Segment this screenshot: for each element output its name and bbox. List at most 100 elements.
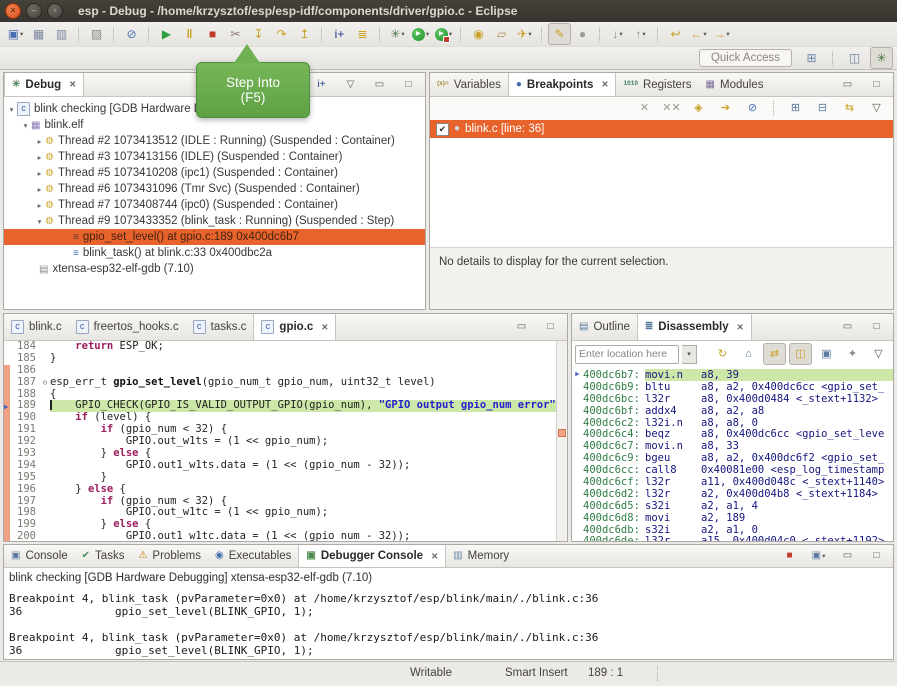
tab-debug[interactable]: ✳Debug✕ (4, 73, 84, 96)
tab-tasks[interactable]: ✔Tasks (75, 545, 132, 567)
console-content[interactable]: blink checking [GDB Hardware Debugging] … (4, 568, 893, 659)
tab-variables[interactable]: (x)=Variables (430, 73, 508, 96)
debug-tree-item[interactable]: ▤xtensa-esp32-elf-gdb (7.10) (4, 261, 425, 277)
tree-expander-icon[interactable]: ▸ (34, 153, 45, 162)
view-menu-button[interactable]: ▽ (865, 98, 888, 120)
collapse-all-button[interactable]: ⊟ (811, 98, 834, 120)
save-button[interactable]: ▦ (27, 23, 50, 45)
expand-all-button[interactable]: ⊞ (784, 98, 807, 120)
disassembly-row[interactable]: 400dc6d5:s32ia2, a1, 4 (572, 500, 893, 512)
line-number[interactable]: 194 (10, 460, 40, 472)
code-editor[interactable]: 184 return ESP_OK;185}186187⊖esp_err_t g… (4, 341, 556, 541)
search-button[interactable]: ✈▾ (513, 23, 536, 45)
tree-expander-icon[interactable]: ▸ (34, 201, 45, 210)
maximize-button[interactable]: □ (865, 74, 888, 96)
debug-tree-item[interactable]: ▸⚙Thread #2 1073413512 (IDLE : Running) … (4, 133, 425, 149)
display-selected-console-button[interactable]: ▣▾ (807, 545, 830, 567)
overview-ruler[interactable] (556, 341, 567, 541)
debug-tree-item[interactable]: ▸⚙Thread #7 1073408744 (ipc0) (Suspended… (4, 197, 425, 213)
close-tab-icon[interactable]: ✕ (69, 79, 76, 90)
tab-disassembly[interactable]: ≣Disassembly✕ (637, 314, 752, 340)
window-maximize-button[interactable]: ▫ (47, 3, 63, 19)
disassembly-listing[interactable]: ▶400dc6b7:movi.na8, 39400dc6b9:bltua8, a… (572, 367, 893, 541)
line-number[interactable]: 190 (10, 412, 40, 424)
run-button[interactable]: ▶▾ (409, 23, 432, 45)
tree-expander-icon[interactable]: ▾ (6, 105, 17, 114)
window-minimize-button[interactable]: – (26, 3, 42, 19)
breakpoint-row[interactable]: ✔ ● blink.c [line: 36] (430, 120, 893, 138)
disassembly-row[interactable]: 400dc6b9:bltua8, a2, 0x400dc6cc <gpio_se… (572, 381, 893, 393)
code-line-186[interactable]: 186 (4, 365, 556, 377)
disassembly-row[interactable]: 400dc6bc:l32ra8, 0x400d0484 <_stext+1132… (572, 393, 893, 405)
mark-occurrences-button[interactable]: ✎ (548, 23, 571, 45)
skip-all-breakpoints-button[interactable]: ⊘ (741, 98, 764, 120)
remove-all-breakpoints-button[interactable]: ✕✕ (660, 98, 683, 120)
disassembly-row[interactable]: ▶400dc6b7:movi.na8, 39 (572, 369, 893, 381)
maximize-button[interactable]: □ (865, 316, 888, 338)
tab-modules[interactable]: ▦Modules (699, 73, 771, 96)
debug-tree-item[interactable]: ≡gpio_set_level() at gpio.c:189 0x400dc6… (4, 229, 425, 245)
code-line-194[interactable]: 194 GPIO.out1_w1ts.data = (1 << (gpio_nu… (4, 460, 556, 472)
window-close-button[interactable]: ✕ (5, 3, 21, 19)
line-number[interactable]: 195 (10, 472, 40, 484)
next-annotation-button[interactable]: ↓▾ (606, 23, 629, 45)
external-tools-button[interactable]: ▶▾ (432, 23, 455, 45)
go-to-file-button[interactable]: ➔ (714, 98, 737, 120)
debug-tree-item[interactable]: ▾▦blink.elf (4, 117, 425, 133)
instruction-stepping-mode-button[interactable]: i+ (310, 74, 333, 96)
show-supported-breakpoints-button[interactable]: ◈ (687, 98, 710, 120)
line-number[interactable]: 199 (10, 519, 40, 531)
debug-tree-item[interactable]: ▸⚙Thread #3 1073413156 (IDLE) (Suspended… (4, 149, 425, 165)
debug-tree-item[interactable]: ▾⚙Thread #9 1073433352 (blink_task : Run… (4, 213, 425, 229)
build-binary-button[interactable]: ▨ (85, 23, 108, 45)
debug-tree-item[interactable]: ▸⚙Thread #6 1073431096 (Tmr Svc) (Suspen… (4, 181, 425, 197)
step-into-button[interactable]: ↧ (247, 23, 270, 45)
disassembly-row[interactable]: 400dc6c2:l32i.na8, a8, 0 (572, 417, 893, 429)
location-input[interactable]: Enter location here (575, 345, 679, 364)
code-line-184[interactable]: 184 return ESP_OK; (4, 341, 556, 353)
close-tab-icon[interactable]: ✕ (601, 79, 608, 90)
code-line-188[interactable]: 188{ (4, 389, 556, 401)
open-perspective-button[interactable]: ⊞ (800, 47, 823, 69)
tab-breakpoints[interactable]: ●Breakpoints✕ (508, 73, 617, 96)
line-number[interactable]: 192 (10, 436, 40, 448)
step-return-button[interactable]: ↥ (293, 23, 316, 45)
line-number[interactable]: 184 (10, 341, 40, 353)
debug-button[interactable]: ✳▾ (386, 23, 409, 45)
code-line-195[interactable]: 195 } (4, 472, 556, 484)
back-button[interactable]: ←▾ (687, 23, 710, 45)
tab-blink-c[interactable]: cblink.c (4, 314, 69, 340)
line-number[interactable]: 196 (10, 484, 40, 496)
code-line-185[interactable]: 185} (4, 353, 556, 365)
disassembly-row[interactable]: 400dc6d8:movia2, 189 (572, 512, 893, 524)
tree-expander-icon[interactable]: ▸ (34, 169, 45, 178)
line-number[interactable]: 188 (10, 389, 40, 401)
view-menu-button[interactable]: ▽ (339, 74, 362, 96)
disassembly-row[interactable]: 400dc6d2:l32ra2, 0x400d04b8 <_stext+1184… (572, 488, 893, 500)
maximize-button[interactable]: □ (397, 74, 420, 96)
cpp-perspective-button[interactable]: ◫ (843, 47, 866, 69)
debug-tree-item[interactable]: ≡blink_task() at blink.c:33 0x400dbc2a (4, 245, 425, 261)
code-line-197[interactable]: 197 if (gpio_num < 32) { (4, 496, 556, 508)
maximize-button[interactable]: □ (539, 316, 562, 338)
show-source-button[interactable]: ◫ (789, 343, 812, 365)
disassembly-row[interactable]: 400dc6c7:movi.na8, 33 (572, 440, 893, 452)
code-line-196[interactable]: 196 } else { (4, 484, 556, 496)
change-marker[interactable] (558, 429, 566, 437)
tab-console[interactable]: ▣Console (4, 545, 75, 567)
code-line-193[interactable]: 193 } else { (4, 448, 556, 460)
terminate-button[interactable]: ■ (201, 23, 224, 45)
close-tab-icon[interactable]: ✕ (737, 322, 744, 333)
last-edit-location-button[interactable]: ↩ (664, 23, 687, 45)
disassembly-row[interactable]: 400dc6c9:bgeua8, a2, 0x400dc6f2 <gpio_se… (572, 452, 893, 464)
code-line-199[interactable]: 199 } else { (4, 519, 556, 531)
code-line-198[interactable]: 198 GPIO.out_w1tc = (1 << gpio_num); (4, 507, 556, 519)
tab-executables[interactable]: ◉Executables (208, 545, 298, 567)
open-resource-button[interactable]: ▱ (490, 23, 513, 45)
code-line-187[interactable]: 187⊖esp_err_t gpio_set_level(gpio_num_t … (4, 377, 556, 389)
line-number[interactable]: 200 (10, 531, 40, 541)
breakpoint-checkbox[interactable]: ✔ (436, 123, 449, 136)
save-all-button[interactable]: ▥ (50, 23, 73, 45)
tab-freertos-hooks-c[interactable]: cfreertos_hooks.c (69, 314, 186, 340)
tab-tasks-c[interactable]: ctasks.c (186, 314, 254, 340)
